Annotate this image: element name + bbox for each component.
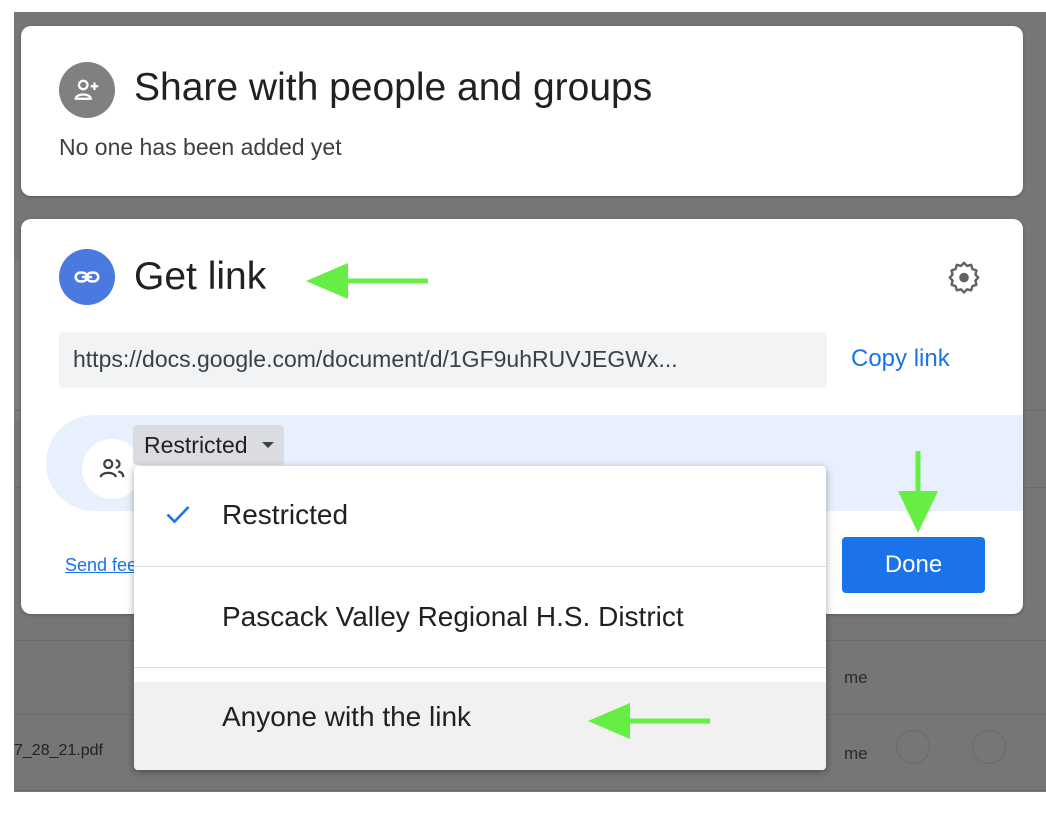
link-icon-glyph	[74, 271, 100, 283]
menu-option-restricted[interactable]: Restricted	[134, 466, 826, 566]
menu-option-district[interactable]: Pascack Valley Regional H.S. District	[134, 567, 826, 667]
menu-option-label: Anyone with the link	[222, 701, 472, 732]
annotation-arrow-left	[588, 703, 710, 739]
access-level-value: Restricted	[144, 432, 248, 458]
check-icon	[166, 506, 190, 524]
share-url-field[interactable]: https://docs.google.com/document/d/1GF9u…	[59, 332, 827, 388]
send-feedback-link[interactable]: Send feedback	[65, 555, 135, 576]
access-level-select[interactable]: Restricted	[133, 425, 284, 465]
share-people-card: Share with people and groups No one has …	[21, 26, 1023, 196]
background-divider	[14, 790, 1046, 791]
menu-divider	[134, 667, 826, 668]
people-icon-glyph	[99, 458, 125, 478]
person-add-icon-glyph	[74, 79, 99, 100]
caret-down-icon	[261, 441, 274, 448]
background-owner: me	[844, 744, 868, 763]
done-button[interactable]: Done	[842, 537, 985, 593]
person-add-icon	[59, 62, 115, 118]
menu-option-label: Restricted	[222, 499, 349, 530]
share-subtitle: No one has been added yet	[59, 134, 342, 160]
get-link-title: Get link	[134, 255, 267, 298]
copy-link-button[interactable]: Copy link	[851, 345, 950, 373]
background-file-name: 7_28_21.pdf	[14, 742, 103, 759]
background-action-icon	[972, 730, 1006, 764]
background-owner: me	[844, 668, 868, 687]
annotation-arrow-left	[306, 263, 428, 299]
share-title: Share with people and groups	[134, 66, 653, 109]
menu-option-label: Pascack Valley Regional H.S. District	[222, 601, 684, 632]
annotation-arrow-down	[898, 451, 938, 533]
link-icon	[59, 249, 115, 305]
access-dropdown-menu: Restricted Pascack Valley Regional H.S. …	[134, 466, 826, 770]
menu-option-anyone-with-link[interactable]: Anyone with the link	[134, 682, 826, 770]
gear-icon[interactable]	[946, 259, 982, 295]
background-action-icon	[896, 730, 930, 764]
screenshot-stage: 7_28_21.pdf me me Share with people and …	[0, 0, 1046, 814]
